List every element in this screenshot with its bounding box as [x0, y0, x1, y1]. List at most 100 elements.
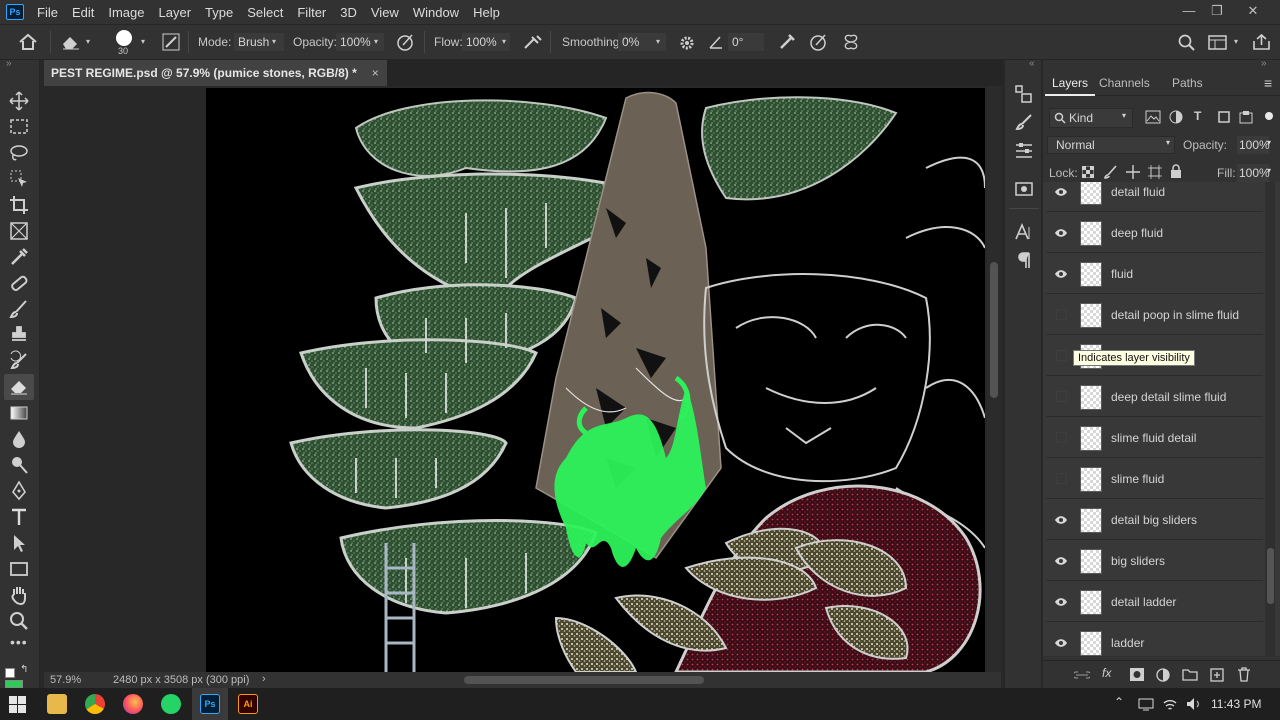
rectangle-tool-icon[interactable] [8, 558, 30, 580]
eye-icon[interactable] [1054, 636, 1068, 650]
menu-select[interactable]: Select [240, 5, 290, 20]
layer-name[interactable]: ladder [1111, 623, 1144, 656]
layer-thumbnail[interactable] [1080, 426, 1102, 451]
layer-thumbnail[interactable] [1080, 221, 1102, 246]
layer-thumbnail[interactable] [1080, 508, 1102, 533]
flow-chevron-icon[interactable]: ▾ [502, 25, 506, 59]
libraries-panel-icon[interactable] [1014, 178, 1034, 198]
filter-smart-object-icon[interactable] [1239, 110, 1253, 124]
eye-icon[interactable] [1054, 185, 1068, 199]
eraser-tool-icon[interactable] [8, 376, 30, 398]
layer-opacity-input[interactable]: 100% [1237, 136, 1270, 154]
windows-start-icon[interactable] [9, 696, 26, 713]
layer-row[interactable]: detail big sliders [1046, 500, 1263, 540]
angle-input[interactable]: 0° [728, 33, 764, 51]
layer-thumbnail[interactable] [1080, 182, 1102, 205]
layer-name[interactable]: slime fluid detail [1111, 418, 1196, 458]
background-color-swatch[interactable] [5, 680, 23, 688]
filter-adjustment-icon[interactable] [1169, 110, 1183, 124]
move-tool-icon[interactable] [8, 90, 30, 112]
layer-row[interactable]: ladder [1046, 623, 1263, 656]
brush-settings-panel-icon[interactable] [1014, 112, 1034, 132]
brush-picker-chevron-icon[interactable]: ▾ [141, 25, 145, 59]
smoothing-chevron-icon[interactable]: ▾ [656, 25, 660, 59]
layer-name[interactable]: slime fluid [1111, 459, 1164, 499]
illustrator-taskbar-icon[interactable]: Ai [238, 694, 258, 714]
workspace-chevron-icon[interactable]: ▾ [1234, 25, 1238, 59]
more-tools-icon[interactable]: ••• [10, 634, 28, 650]
file-explorer-icon[interactable] [47, 694, 67, 714]
butterfly-symmetry-icon[interactable] [842, 33, 860, 51]
firefox-icon[interactable] [123, 694, 143, 714]
tab-layers[interactable]: Layers [1045, 72, 1096, 96]
pen-tool-icon[interactable] [8, 480, 30, 502]
eye-icon[interactable] [1054, 513, 1068, 527]
menu-help[interactable]: Help [466, 5, 507, 20]
hand-tool-icon[interactable] [8, 584, 30, 606]
layer-row[interactable]: detail poop in slime fluid [1046, 295, 1263, 335]
brush-settings-icon[interactable] [162, 33, 180, 51]
lasso-tool-icon[interactable] [8, 142, 30, 164]
search-icon[interactable] [1178, 34, 1196, 52]
eyedropper-tool-icon[interactable] [8, 246, 30, 268]
menu-view[interactable]: View [364, 5, 406, 20]
layer-filter-select[interactable]: Kind ▾ [1049, 108, 1133, 128]
zoom-level[interactable]: 57.9% [50, 674, 81, 686]
layers-scrollbar[interactable] [1265, 182, 1275, 656]
chrome-icon[interactable] [85, 694, 105, 714]
symmetry-icon[interactable] [808, 33, 828, 51]
layer-row[interactable]: big sliders [1046, 541, 1263, 581]
layer-name[interactable]: deep detail slime fluid [1111, 377, 1226, 417]
delete-layer-icon[interactable] [1237, 667, 1251, 682]
document-tab[interactable]: PEST REGIME.psd @ 57.9% (pumice stones, … [44, 60, 387, 86]
lock-artboard-icon[interactable] [1148, 165, 1162, 179]
lock-pixels-icon[interactable] [1104, 165, 1118, 179]
horizontal-scroll-thumb[interactable] [464, 676, 704, 684]
brush-preview-icon[interactable] [116, 30, 132, 46]
layer-row[interactable]: slime fluid detail [1046, 418, 1263, 458]
adjustments-panel-icon[interactable] [1014, 140, 1034, 160]
history-panel-icon[interactable] [1014, 84, 1034, 104]
dodge-tool-icon[interactable] [8, 454, 30, 476]
menu-file[interactable]: File [30, 5, 65, 20]
share-icon[interactable] [1252, 33, 1272, 51]
menu-window[interactable]: Window [406, 5, 466, 20]
layer-name[interactable]: fluid [1111, 254, 1133, 294]
visibility-toggle[interactable] [1056, 309, 1067, 320]
pressure-size-icon[interactable] [778, 33, 796, 51]
link-layers-icon[interactable] [1074, 669, 1090, 681]
mode-chevron-icon[interactable]: ▾ [272, 25, 276, 59]
character-panel-icon[interactable] [1014, 222, 1034, 242]
collapse-toolbar-icon[interactable]: » [6, 58, 12, 69]
gradient-tool-icon[interactable] [8, 402, 30, 424]
tab-paths[interactable]: Paths [1165, 72, 1210, 96]
healing-brush-tool-icon[interactable] [8, 272, 30, 294]
layer-thumbnail[interactable] [1080, 303, 1102, 328]
swap-colors-icon[interactable]: ↰ [20, 664, 28, 675]
opacity-chevron-icon[interactable]: ▾ [374, 25, 378, 59]
foreground-color-swatch[interactable] [5, 668, 15, 678]
blend-mode-select[interactable]: Normal ▾ [1047, 136, 1175, 154]
taskbar-clock[interactable]: 11:43 PM [1211, 697, 1261, 711]
status-menu-arrow-icon[interactable]: › [262, 673, 266, 685]
layer-thumbnail[interactable] [1080, 590, 1102, 615]
filter-pixel-icon[interactable] [1145, 110, 1161, 124]
layer-row[interactable]: deep fluid [1046, 213, 1263, 253]
filter-shape-icon[interactable] [1217, 110, 1231, 124]
layer-thumbnail[interactable] [1080, 385, 1102, 410]
paragraph-panel-icon[interactable] [1014, 250, 1034, 270]
layer-opacity-chevron-icon[interactable]: ▾ [1267, 138, 1271, 147]
fill-chevron-icon[interactable]: ▾ [1267, 166, 1271, 175]
blur-tool-icon[interactable] [8, 428, 30, 450]
layer-row[interactable]: detail ladder [1046, 582, 1263, 622]
lock-position-icon[interactable] [1126, 165, 1140, 179]
new-layer-icon[interactable] [1210, 668, 1224, 682]
vertical-scrollbar[interactable] [987, 86, 1001, 672]
menu-type[interactable]: Type [198, 5, 240, 20]
fx-icon[interactable]: fx [1102, 666, 1111, 680]
photoshop-taskbar-icon[interactable]: Ps [200, 694, 220, 714]
menu-image[interactable]: Image [101, 5, 151, 20]
eraser-tool-icon[interactable] [60, 34, 82, 50]
tool-preset-chevron-icon[interactable]: ▾ [86, 25, 90, 59]
lock-all-icon[interactable] [1170, 164, 1182, 179]
